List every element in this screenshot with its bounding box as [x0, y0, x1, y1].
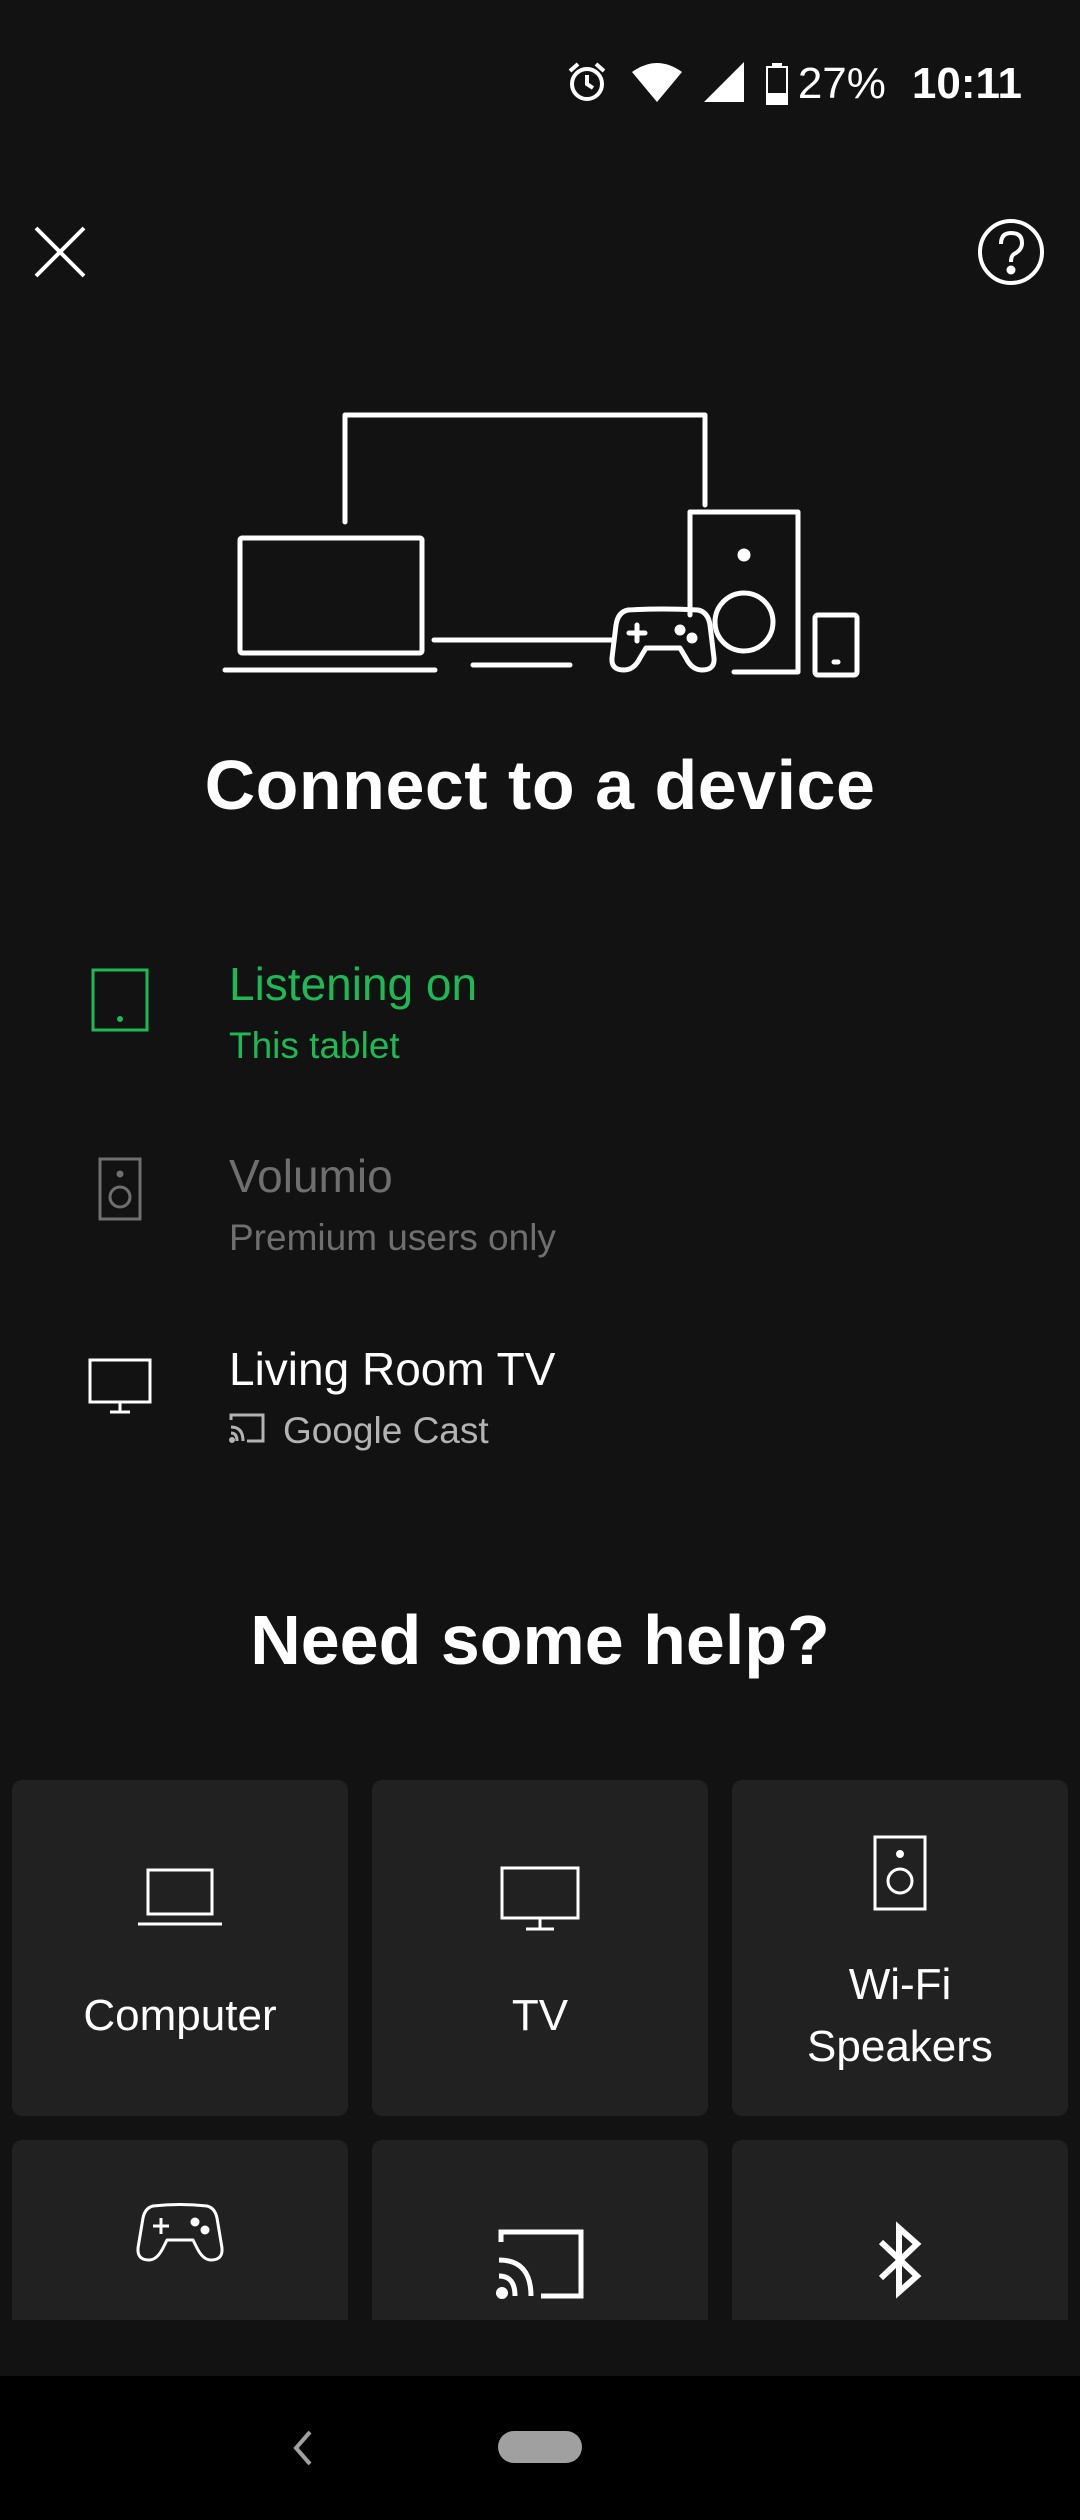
help-tile-game-consoles[interactable]: [12, 2140, 348, 2320]
tile-label: Wi-Fi Speakers: [732, 1954, 1068, 2078]
device-name: Living Room TV: [229, 1343, 556, 1395]
battery-icon: 27%: [765, 59, 886, 109]
tile-label: TV: [511, 1991, 569, 2040]
laptop-icon: [138, 1865, 222, 1934]
device-row-living-room-tv[interactable]: Living Room TV Google Cast: [0, 1343, 1080, 1510]
close-button[interactable]: [28, 220, 92, 284]
gamepad-icon: [135, 2200, 225, 2269]
device-subtitle: Premium users only: [229, 1217, 556, 1259]
help-button[interactable]: [976, 217, 1046, 287]
status-bar: 27% 10:11: [0, 0, 1080, 168]
help-tile-chromecast[interactable]: [372, 2140, 708, 2320]
device-subtitle: Google Cast: [229, 1410, 489, 1452]
device-row-volumio[interactable]: Volumio Premium users only: [0, 1150, 1080, 1317]
device-name: Listening on: [229, 958, 478, 1010]
tablet-icon: [80, 965, 160, 1045]
tv-icon: [500, 1863, 580, 1938]
status-icons: 27% 10:11: [564, 56, 1022, 112]
help-tile-wifi-speakers[interactable]: Wi-Fi Speakers: [732, 1780, 1068, 2116]
device-subtitle-text: This tablet: [229, 1025, 400, 1066]
device-subtitle-text: Premium users only: [229, 1217, 556, 1258]
system-nav-bar: [0, 2376, 1080, 2520]
cellular-signal-icon: [703, 61, 744, 107]
device-subtitle: This tablet: [229, 1025, 400, 1067]
help-tiles: Computer TV Wi-Fi Speakers: [12, 1780, 1068, 2320]
tile-label-line: Wi-Fi: [848, 1960, 952, 2009]
tile-label-line: Speakers: [807, 2022, 993, 2071]
devices-illustration: [210, 400, 870, 690]
back-button[interactable]: [284, 2426, 320, 2470]
help-tile-computer[interactable]: Computer: [12, 1780, 348, 2116]
device-name: Volumio: [229, 1150, 393, 1202]
bluetooth-icon: [875, 2220, 925, 2305]
battery-percent: 27%: [797, 59, 886, 108]
device-row-this-tablet[interactable]: Listening on This tablet: [0, 958, 1080, 1125]
clock: 10:11: [911, 59, 1022, 108]
help-tile-bluetooth[interactable]: [732, 2140, 1068, 2320]
help-tile-tv[interactable]: TV: [372, 1780, 708, 2116]
close-icon: [34, 226, 86, 278]
page-title: Connect to a device: [204, 746, 876, 824]
wifi-icon: [631, 62, 682, 107]
speaker-icon: [870, 1833, 930, 1918]
back-chevron-icon: [293, 2430, 312, 2466]
tv-icon: [80, 1350, 160, 1430]
speaker-icon: [80, 1157, 160, 1237]
help-icon: [978, 219, 1044, 285]
home-pill[interactable]: [498, 2431, 582, 2463]
tile-label: Computer: [83, 1991, 277, 2040]
alarm-icon: [564, 59, 610, 110]
cast-icon: [229, 1410, 265, 1452]
device-subtitle-text: Google Cast: [283, 1410, 489, 1451]
cast-icon: [495, 2228, 585, 2305]
help-title: Need some help?: [250, 1601, 830, 1679]
